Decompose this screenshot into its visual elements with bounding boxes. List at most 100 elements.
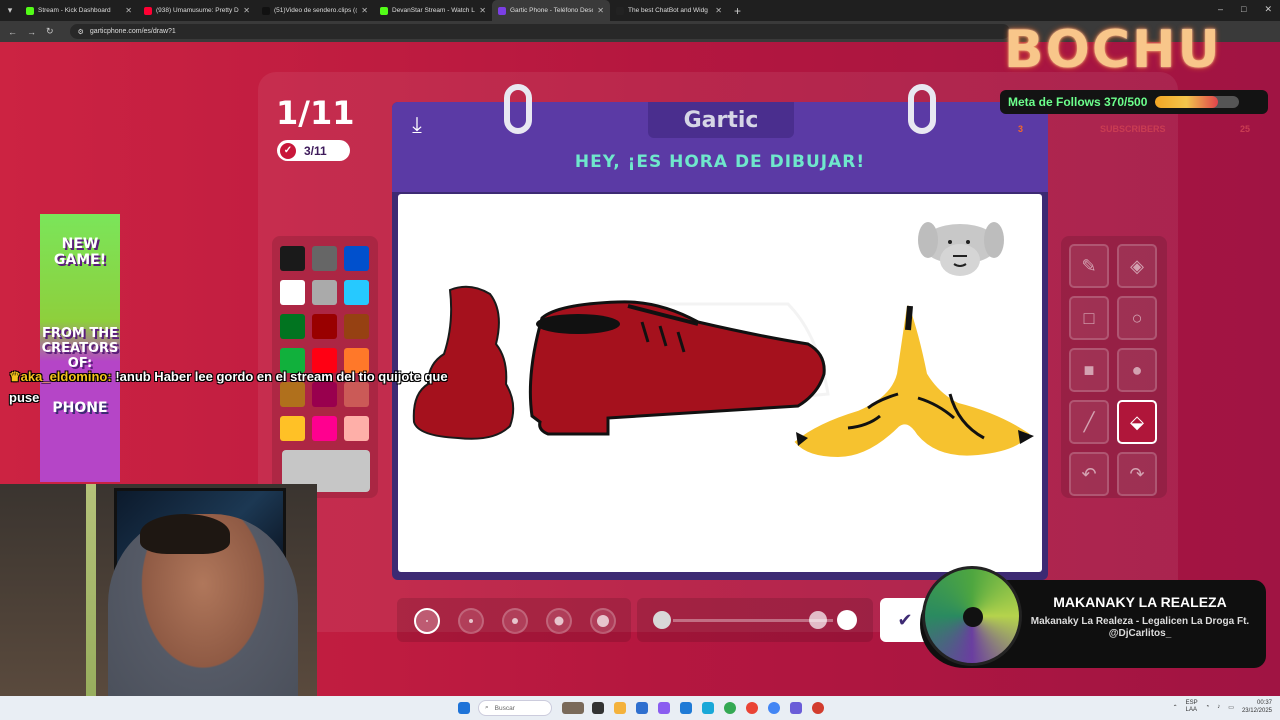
chrome-profile-icon[interactable] xyxy=(746,702,758,714)
app-icon[interactable] xyxy=(658,702,670,714)
brush-size-button[interactable] xyxy=(502,608,528,634)
start-icon[interactable] xyxy=(458,702,470,714)
browser-tab[interactable]: (938) Umamusume: Pretty Derb ✕ xyxy=(138,0,256,21)
color-swatch[interactable] xyxy=(344,246,369,271)
color-swatch[interactable] xyxy=(312,314,337,339)
tab-close-icon[interactable]: ✕ xyxy=(597,6,604,15)
color-swatch[interactable] xyxy=(344,416,369,441)
color-swatch[interactable] xyxy=(312,280,337,305)
redo-tool-button[interactable]: ↷ xyxy=(1117,452,1157,496)
task-view-icon[interactable] xyxy=(592,702,604,714)
follow-goal-bar xyxy=(1155,96,1240,108)
bucket-fill-tool-button[interactable]: ⬙ xyxy=(1117,400,1157,444)
brush-size-button[interactable] xyxy=(590,608,616,634)
subs-mark: 3 xyxy=(1018,124,1024,134)
tab-close-icon[interactable]: ✕ xyxy=(361,6,368,15)
chrome-icon[interactable] xyxy=(724,702,736,714)
undo-tool-button[interactable]: ↶ xyxy=(1069,452,1109,496)
site-info-icon[interactable]: ⚙ xyxy=(78,28,84,36)
brush-size-button[interactable] xyxy=(458,608,484,634)
language-indicator[interactable]: ESP LAA xyxy=(1186,700,1198,714)
players-done-badge: ✓ 3/11 xyxy=(277,140,350,161)
poop-drawing xyxy=(412,285,515,440)
line-icon: ╱ xyxy=(1083,411,1095,432)
drawing xyxy=(412,222,1034,458)
maximize-icon[interactable]: □ xyxy=(1241,4,1246,15)
color-swatch[interactable] xyxy=(344,280,369,305)
color-swatch[interactable] xyxy=(344,314,369,339)
pencil-tool-button[interactable]: ✎ xyxy=(1069,244,1109,288)
ellipse-outline-tool-button[interactable]: ○ xyxy=(1117,296,1157,340)
shoe-drawing xyxy=(528,300,826,436)
tab-close-icon[interactable]: ✕ xyxy=(125,6,132,15)
outlook-icon[interactable] xyxy=(680,702,692,714)
brush-size-button[interactable] xyxy=(414,608,440,634)
system-tray: ⌃ ESP LAA ◔ ♪ ▭ 00:37 23/12/2025 xyxy=(1173,699,1272,715)
opacity-handle[interactable] xyxy=(809,611,827,629)
rectangle-fill-tool-button[interactable]: ■ xyxy=(1069,348,1109,392)
edge-icon[interactable] xyxy=(702,702,714,714)
url-field[interactable]: ⚙ garticphone.com/es/draw?1 xyxy=(69,24,1010,39)
disc-hole xyxy=(963,607,983,627)
rectangle-outline-tool-button[interactable]: □ xyxy=(1069,296,1109,340)
color-swatch[interactable] xyxy=(280,416,305,441)
tray-arrow-icon[interactable]: ⌃ xyxy=(1173,704,1178,711)
browser-tab[interactable]: Stream - Kick Dashboard ✕ xyxy=(20,0,138,21)
eraser-tool-button[interactable]: ◈ xyxy=(1117,244,1157,288)
tab-close-icon[interactable]: ✕ xyxy=(479,6,486,15)
taskbar-search[interactable]: ⌕ Buscar xyxy=(478,700,552,716)
webcam-light-strip xyxy=(86,484,96,696)
color-swatch[interactable] xyxy=(312,246,337,271)
forward-icon[interactable]: → xyxy=(27,27,36,37)
color-swatch[interactable] xyxy=(280,246,305,271)
discord-icon[interactable] xyxy=(790,702,802,714)
chat-username: aka_eldomino: xyxy=(20,369,112,384)
reload-icon[interactable]: ↻ xyxy=(46,26,54,37)
color-swatch[interactable] xyxy=(312,416,337,441)
browser-tab[interactable]: Gartic Phone - Teléfono Desco ✕ xyxy=(492,0,610,21)
volume-icon[interactable]: ♪ xyxy=(1217,704,1220,710)
close-window-icon[interactable]: ✕ xyxy=(1264,4,1272,15)
obs-icon[interactable] xyxy=(812,702,824,714)
download-icon[interactable]: ⤓ xyxy=(404,112,430,138)
browser-tab[interactable]: DevanStar Stream - Watch Live ✕ xyxy=(374,0,492,21)
ellipse-fill-tool-button[interactable]: ● xyxy=(1117,348,1157,392)
minimize-icon[interactable]: – xyxy=(1218,4,1223,15)
subs-count: 25 xyxy=(1240,124,1251,134)
back-icon[interactable]: ← xyxy=(8,27,17,37)
clock-time: 00:37 xyxy=(1256,700,1272,706)
album-disc xyxy=(922,566,1022,666)
taskbar-search-placeholder: Buscar xyxy=(494,704,515,712)
color-swatch[interactable] xyxy=(280,314,305,339)
follow-goal: Meta de Follows 370/500 xyxy=(1000,90,1268,114)
webcam-feed xyxy=(0,484,317,696)
tab-menu-icon[interactable]: ▾ xyxy=(0,5,20,16)
now-playing-widget: MAKANAKY LA REALEZA Makanaky La Realeza … xyxy=(920,566,1266,668)
brush-size-button[interactable] xyxy=(546,608,572,634)
clock[interactable]: 00:37 23/12/2025 xyxy=(1242,699,1272,715)
wifi-icon[interactable]: ◔ xyxy=(1206,704,1210,710)
battery-icon[interactable]: ▭ xyxy=(1228,704,1234,711)
clock-date: 23/12/2025 xyxy=(1241,708,1272,714)
rectangle-outline-icon: □ xyxy=(1083,307,1095,328)
browser-tab[interactable]: (51)Video de sendero.clips (@ ✕ xyxy=(256,0,374,21)
tab-close-icon[interactable]: ✕ xyxy=(243,6,250,15)
rectangle-fill-icon: ■ xyxy=(1083,359,1095,380)
widget-icon[interactable] xyxy=(562,702,584,714)
color-swatch[interactable] xyxy=(280,280,305,305)
opacity-min-knob[interactable] xyxy=(653,611,671,629)
brush-size-dot xyxy=(512,618,518,624)
store-icon[interactable] xyxy=(636,702,648,714)
opacity-max-knob[interactable] xyxy=(837,610,857,630)
file-explorer-icon[interactable] xyxy=(614,702,626,714)
drawing-canvas[interactable] xyxy=(398,194,1042,572)
redo-icon: ↷ xyxy=(1129,463,1145,484)
new-tab-button[interactable]: + xyxy=(734,4,741,18)
now-playing-artist: MAKANAKY LA REALEZA xyxy=(1053,594,1227,610)
search-icon: ⌕ xyxy=(485,704,489,711)
tab-close-icon[interactable]: ✕ xyxy=(715,6,722,15)
opacity-slider[interactable] xyxy=(637,598,873,642)
line-tool-button[interactable]: ╱ xyxy=(1069,400,1109,444)
browser-tab[interactable]: The best ChatBot and Widg ✕ xyxy=(610,0,728,21)
chrome-profile-2-icon[interactable] xyxy=(768,702,780,714)
